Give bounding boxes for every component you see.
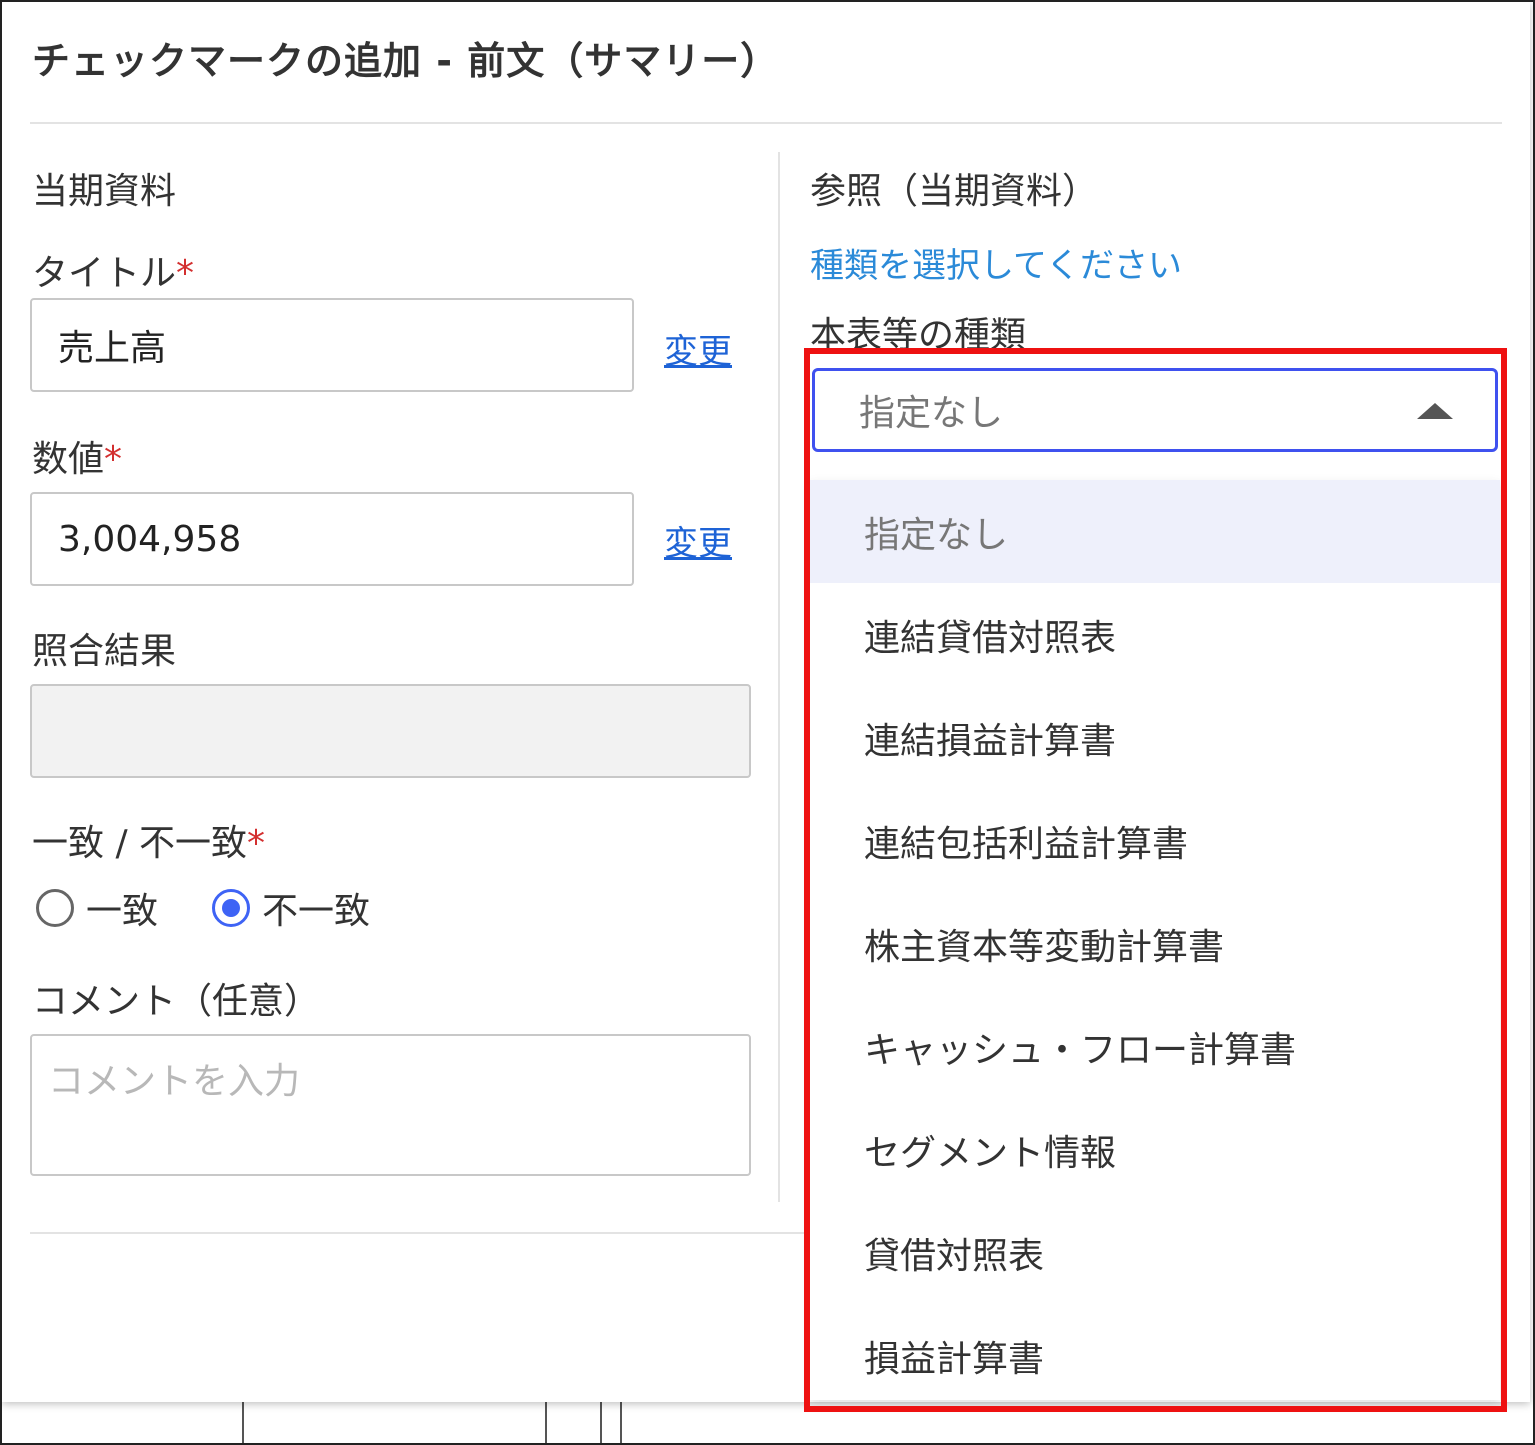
option-income-statement[interactable]: 損益計算書: [810, 1304, 1500, 1407]
consistency-label-text: 一致 / 不一致: [32, 823, 248, 864]
value-field[interactable]: 3,004,958: [30, 492, 634, 586]
radio-mismatch[interactable]: 不一致: [212, 882, 370, 934]
caret-up-icon: [1417, 403, 1453, 419]
option-balance-sheet[interactable]: 貸借対照表: [810, 1201, 1500, 1304]
title-change-link[interactable]: 変更: [664, 324, 732, 373]
match-result-field: [30, 684, 751, 778]
title-field[interactable]: 売上高: [30, 298, 634, 392]
required-mark: *: [104, 439, 123, 480]
value-label-text: 数値: [32, 439, 105, 480]
dialog-title: チェックマークの追加 - 前文（サマリー）: [32, 39, 780, 83]
select-type-link[interactable]: 種類を選択してください: [810, 238, 1182, 287]
background-table-divider: [620, 1400, 622, 1443]
option-none[interactable]: 指定なし: [810, 480, 1500, 583]
value-label: 数値*: [32, 430, 122, 482]
match-result-label: 照合結果: [32, 631, 177, 672]
background-table-divider: [545, 1400, 547, 1443]
footer-divider: [30, 1232, 810, 1234]
comment-label: コメント（任意）: [32, 981, 321, 1022]
statement-type-select[interactable]: 指定なし: [812, 368, 1498, 452]
required-mark: *: [247, 823, 266, 864]
option-consolidated-balance-sheet[interactable]: 連結貸借対照表: [810, 583, 1500, 686]
option-changes-in-equity[interactable]: 株主資本等変動計算書: [810, 892, 1500, 995]
radio-mismatch-label: 不一致: [262, 891, 371, 932]
statement-type-label: 本表等の種類: [810, 315, 1027, 356]
radio-unchecked-icon: [36, 889, 74, 927]
consistency-radio-group: 一致 不一致: [36, 882, 424, 934]
radio-checked-icon: [212, 889, 251, 927]
background-table-divider: [600, 1400, 602, 1443]
comment-input[interactable]: [30, 1034, 751, 1176]
radio-match-label: 一致: [86, 891, 159, 932]
current-section-title: 当期資料: [32, 171, 177, 212]
option-consolidated-income-statement[interactable]: 連結損益計算書: [810, 686, 1500, 789]
statement-type-dropdown: 指定なし 連結貸借対照表 連結損益計算書 連結包括利益計算書 株主資本等変動計算…: [810, 480, 1500, 1400]
header-divider: [30, 122, 1502, 124]
option-cash-flow-statement[interactable]: キャッシュ・フロー計算書: [810, 995, 1500, 1098]
title-label: タイトル*: [32, 244, 194, 296]
radio-dot: [222, 899, 241, 917]
background-table-divider: [242, 1400, 244, 1443]
consistency-label: 一致 / 不一致*: [32, 814, 265, 866]
option-segment-information[interactable]: セグメント情報: [810, 1098, 1500, 1201]
required-mark: *: [176, 253, 195, 294]
statement-type-select-value: 指定なし: [859, 393, 1004, 434]
radio-match[interactable]: 一致: [36, 882, 158, 934]
title-label-text: タイトル: [32, 253, 177, 294]
reference-section-title: 参照（当期資料）: [810, 171, 1099, 212]
column-divider: [778, 152, 780, 1202]
value-change-link[interactable]: 変更: [664, 516, 732, 565]
option-consolidated-comprehensive-income[interactable]: 連結包括利益計算書: [810, 789, 1500, 892]
